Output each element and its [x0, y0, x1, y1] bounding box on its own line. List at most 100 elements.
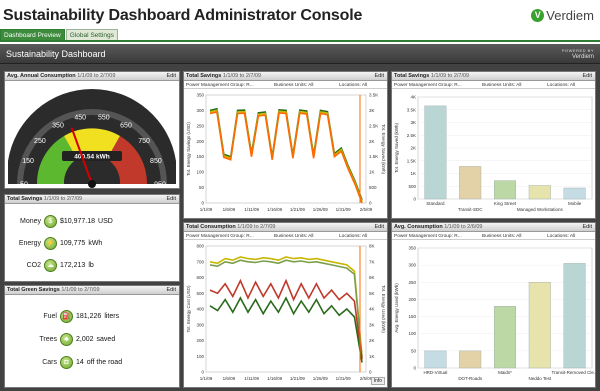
filter-units[interactable]: Business Units: All: [274, 234, 313, 239]
edit-link[interactable]: Edit: [167, 196, 176, 202]
x-tick-label: 1/11/09: [244, 376, 259, 381]
edit-link[interactable]: Edit: [583, 73, 592, 79]
avg-consumption-bar-chart: 0 50 100 150 200 250 300 350 Avg. Energy Used (k…: [394, 246, 595, 382]
filter-group[interactable]: Power Management Group: R...: [394, 83, 462, 88]
panel-header: Total Savings 1/1/09 to 2/7/09 Edit: [184, 72, 387, 81]
filter-locations[interactable]: Locations: All: [339, 234, 367, 239]
filter-units[interactable]: Business Units: All: [482, 234, 521, 239]
y-tick-label: 600: [196, 275, 204, 280]
panel-title: Total Savings 1/1/09 to 2/7/09: [186, 73, 262, 79]
y-tick-label: 50: [199, 185, 205, 190]
savings-row-co2: CO2 ☁ 172,213 lb: [9, 259, 94, 272]
y-tick-label: 200: [408, 297, 416, 302]
avg-consumption-chart-panel: Avg. Consumption 1/1/09 to 2/6/09 Edit P…: [391, 222, 596, 388]
gauge-tick-label: 250: [34, 138, 46, 145]
gauge-tick-label: 650: [120, 123, 132, 130]
x-tick-label: HRD-Virtual: [423, 370, 447, 375]
x-tick-label: 1/31/09: [336, 376, 352, 381]
top-bar: Sustainability Dashboard Administrator C…: [0, 0, 600, 30]
y2-tick-label: 2K: [369, 139, 375, 144]
y-tick-label: 0: [201, 370, 204, 375]
filter-locations[interactable]: Locations: All: [547, 234, 575, 239]
y2-tick-label: 1K: [369, 170, 375, 175]
y-tick-label: 150: [408, 314, 416, 319]
green-row-fuel: Fuel ⛽ 181,226 liters: [25, 310, 119, 323]
filter-units[interactable]: Business Units: All: [482, 83, 521, 88]
x-tick-label: 1/1/09: [200, 207, 213, 212]
tab-global-settings[interactable]: Global Settings: [65, 29, 118, 40]
green-savings-panel: Total Green Savings 1/1/09 to 2/7/09 Edi…: [4, 285, 180, 388]
dollar-icon: $: [44, 215, 57, 228]
x-tick-label: 1/21/09: [290, 376, 306, 381]
y2-tick-label: 0: [369, 370, 372, 375]
y2-tick-label: 2K: [369, 338, 375, 343]
x-tick-label: 1/21/09: [290, 207, 306, 212]
stat-unit: USD: [98, 218, 113, 225]
energy-icon: ⚡: [44, 237, 57, 250]
y-tick-label: 100: [196, 354, 204, 359]
y2-tick-label: 8K: [369, 244, 375, 249]
bar: [459, 166, 482, 200]
y-tick-label: 350: [408, 246, 416, 251]
x-tick-label: Transit-Removed Cle...: [552, 370, 595, 375]
gauge-tick-label: 150: [22, 158, 34, 165]
x-tick-label: 1/16/09: [267, 376, 283, 381]
filter-locations[interactable]: Locations: All: [547, 83, 575, 88]
panel-header: Total Savings 1/1/09 to 2/7/09 Edit: [392, 72, 595, 81]
y-tick-label: 1.5K: [407, 158, 416, 163]
edit-link[interactable]: Edit: [167, 73, 176, 79]
bar: [459, 350, 482, 369]
filter-group[interactable]: Power Management Group: R...: [186, 83, 254, 88]
verdiem-logo: V Verdiem: [531, 8, 594, 23]
filter-bar: Power Management Group: R... Business Un…: [184, 81, 387, 89]
tab-dashboard-preview[interactable]: Dashboard Preview: [0, 29, 65, 40]
powered-by-label: POWERED BY: [561, 48, 594, 53]
x-tick-label: Transit-SDC: [458, 207, 483, 212]
panel-header: Total Savings 1/1/09 to 2/7/09 Edit: [5, 195, 179, 204]
tab-bar: Dashboard Preview Global Settings: [0, 29, 600, 42]
edit-link[interactable]: Edit: [167, 287, 176, 293]
stat-unit: kWh: [88, 240, 103, 247]
x-tick-label: 1/26/09: [313, 376, 329, 381]
x-tick-label: Maids*: [498, 370, 512, 375]
bar: [528, 282, 551, 369]
dashboard-header: Sustainability Dashboard POWERED BY Verd…: [0, 44, 600, 64]
y-tick-label: 300: [196, 108, 204, 113]
y2-tick-label: 1.5K: [369, 154, 378, 159]
y2-tick-label: 2.5K: [369, 123, 378, 128]
y-tick-label: 2.5K: [407, 133, 416, 138]
filter-group[interactable]: Power Management Group: R...: [394, 234, 462, 239]
y2-axis-label: Tot. Energy Saved (kWh): [381, 124, 386, 175]
total-savings-chart-panel: Total Savings 1/1/09 to 2/7/09 Edit Powe…: [183, 71, 388, 219]
x-tick-label: 2/5/09: [360, 207, 373, 212]
y-axis-label: Avg. Energy Used (kWh): [394, 283, 399, 333]
y-tick-label: 250: [408, 280, 416, 285]
x-tick-label: 1/6/09: [223, 376, 236, 381]
filter-group[interactable]: Power Management Group: R...: [186, 234, 254, 239]
gauge-readout: 400.54 kWh: [74, 154, 109, 161]
x-tick-label: 1/11/09: [244, 207, 259, 212]
y-tick-label: 0: [201, 201, 204, 206]
stat-value: $10,977.18: [60, 218, 96, 225]
edit-link[interactable]: Edit: [375, 224, 384, 230]
edit-link[interactable]: Edit: [375, 73, 384, 79]
y-tick-label: 100: [408, 331, 416, 336]
co2-icon: ☁: [44, 259, 57, 272]
car-icon: ◘: [60, 356, 73, 369]
y2-tick-label: 5K: [369, 291, 375, 296]
bar: [424, 350, 447, 369]
filter-units[interactable]: Business Units: All: [274, 83, 313, 88]
panel-title: Total Green Savings 1/1/09 to 2/7/09: [7, 287, 100, 293]
panel-title: Avg. Annual Consumption 1/1/09 to 2/7/09: [7, 73, 116, 79]
y2-tick-label: 3K: [369, 322, 375, 327]
edit-link[interactable]: Edit: [583, 224, 592, 230]
filter-locations[interactable]: Locations: All: [339, 83, 367, 88]
x-tick-label: DOT-Roads: [458, 376, 483, 381]
stat-unit: saved: [96, 336, 116, 343]
stat-value: 172,213: [60, 262, 86, 269]
annual-consumption-panel: Avg. Annual Consumption 1/1/09 to 2/7/09…: [4, 71, 180, 189]
info-button[interactable]: Info: [370, 377, 385, 385]
y-tick-label: 50: [411, 348, 417, 353]
y2-tick-label: 3.5K: [369, 93, 378, 98]
green-row-cars: Cars ◘ 14 off the road: [25, 356, 122, 369]
